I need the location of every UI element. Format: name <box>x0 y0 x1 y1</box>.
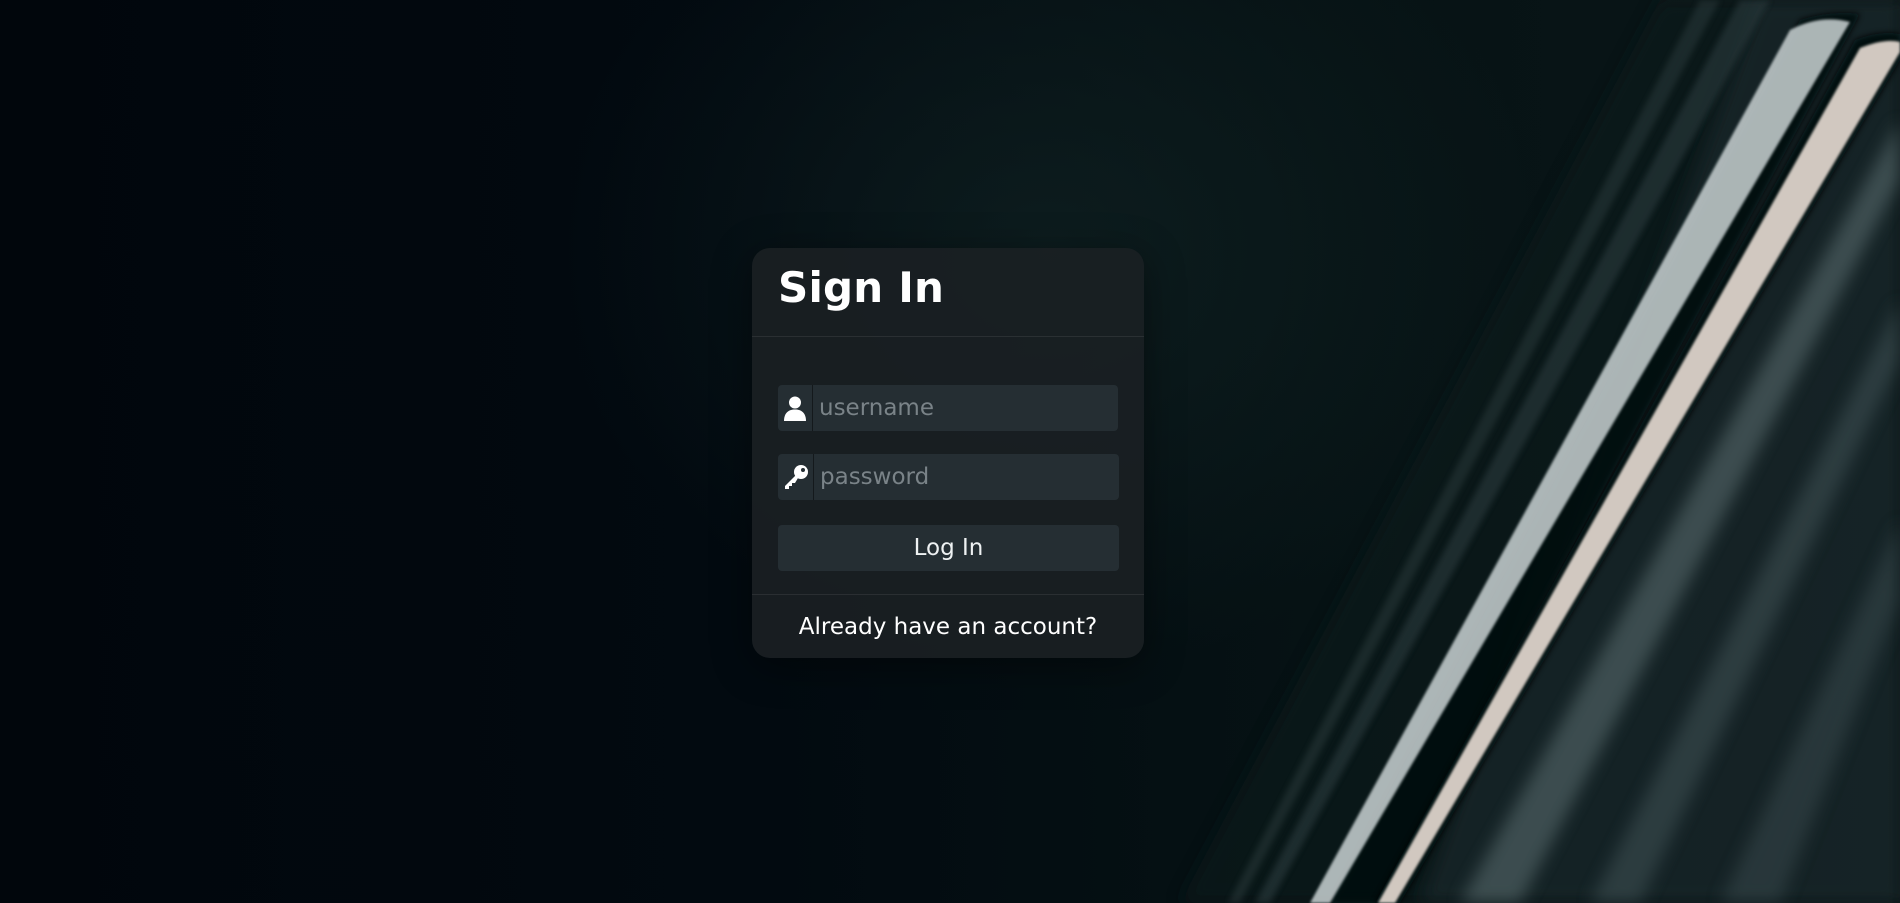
password-input[interactable] <box>814 454 1119 500</box>
user-icon <box>778 385 813 431</box>
page-title: Sign In <box>778 263 945 312</box>
username-input[interactable] <box>813 385 1118 431</box>
username-field-group <box>778 385 1118 431</box>
login-button[interactable]: Log In <box>778 525 1119 571</box>
signin-card: Sign In Log In Already have an account? <box>752 248 1144 658</box>
signin-card-footer: Already have an account? <box>752 594 1144 659</box>
password-field-group <box>778 454 1119 500</box>
signin-card-header: Sign In <box>752 248 1144 337</box>
account-link[interactable]: Already have an account? <box>799 614 1097 640</box>
key-icon <box>778 454 814 500</box>
